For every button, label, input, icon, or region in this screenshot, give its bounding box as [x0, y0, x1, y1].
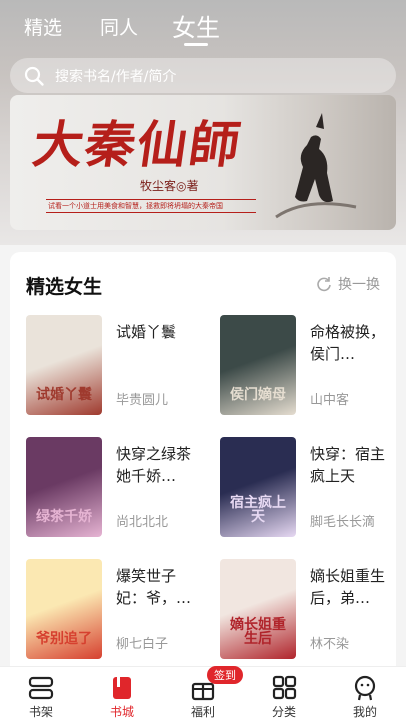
nav-bookshelf[interactable]: 书架: [0, 667, 82, 722]
book-title: 嫡长姐重生后，弟…: [310, 567, 386, 607]
checkin-badge: 签到: [207, 666, 243, 684]
cover-title: 爷别追了: [36, 631, 92, 648]
book-cover: 侯门嫡母: [220, 315, 296, 415]
book-item[interactable]: 爷别追了 爆笑世子妃：爷，… 柳七白子: [26, 559, 206, 661]
bookshelf-icon: [28, 676, 54, 700]
section-title: 精选女生: [26, 276, 103, 298]
book-cover: 爷别追了: [26, 559, 102, 659]
banner-figure-illustration: [275, 113, 357, 219]
nav-profile[interactable]: 我的: [324, 667, 406, 722]
book-cover: 嫡长姐重生后: [220, 559, 296, 659]
banner-author: 牧尘客◎著: [140, 179, 199, 193]
book-title: 快穿：宿主疯上天: [310, 445, 386, 485]
top-tabs: 精选 同人 女生: [0, 0, 406, 52]
book-cover: 宿主疯上天: [220, 437, 296, 537]
book-author: 毕贵圆儿: [116, 393, 169, 408]
book-author: 柳七白子: [116, 637, 169, 652]
nav-bookstore[interactable]: 书城: [81, 667, 163, 722]
tab-fanfic[interactable]: 同人: [100, 13, 138, 40]
refresh-icon: [317, 277, 331, 292]
nav-label: 福利: [190, 705, 215, 719]
tab-featured[interactable]: 精选: [24, 13, 62, 40]
banner-title: 大秦仙師: [29, 115, 246, 174]
refresh-label: 换一换: [338, 277, 380, 293]
featured-female-section: 精选女生 换一换 试婚丫鬟 试婚丫鬟 毕贵圆儿 侯门嫡母 命格被换，侯门… 山中…: [10, 252, 396, 672]
tab-female[interactable]: 女生: [172, 8, 220, 43]
book-title: 快穿之绿茶她千娇…: [116, 445, 192, 485]
book-author: 山中客: [310, 393, 350, 408]
book-author: 脚毛长长滴: [310, 515, 376, 530]
search-icon: [24, 66, 44, 86]
book-author: 尚北北北: [116, 515, 169, 530]
cover-title: 试婚丫鬟: [36, 387, 92, 404]
nav-category[interactable]: 分类: [243, 667, 325, 722]
bookstore-icon: [113, 677, 131, 699]
cover-title: 绿茶千娇: [36, 509, 92, 526]
book-cover: 试婚丫鬟: [26, 315, 102, 415]
nav-label: 我的: [352, 705, 377, 719]
book-cover: 绿茶千娇: [26, 437, 102, 537]
book-item[interactable]: 绿茶千娇 快穿之绿茶她千娇… 尚北北北: [26, 437, 206, 539]
refresh-button[interactable]: 换一换: [316, 274, 380, 294]
book-title: 命格被换，侯门…: [310, 323, 386, 363]
cover-title: 侯门嫡母: [230, 387, 286, 404]
book-item[interactable]: 侯门嫡母 命格被换，侯门… 山中客: [220, 315, 400, 417]
cover-title: 宿主疯上天: [230, 494, 286, 526]
book-title: 试婚丫鬟: [116, 323, 177, 341]
category-icon: [272, 675, 297, 700]
nav-label: 分类: [271, 705, 296, 719]
banner-tagline: 试看一个小道士用美食和智慧，拯救即将坍塌的大秦帝国: [46, 199, 256, 213]
nav-label: 书城: [109, 705, 134, 719]
active-tab-indicator: [184, 43, 208, 46]
book-author: 林不染: [310, 637, 350, 652]
profile-icon: [354, 675, 376, 701]
cover-title: 嫡长姐重生后: [230, 616, 286, 648]
bottom-nav: 书架 书城 签到 福利 分类 我的: [0, 666, 406, 722]
nav-welfare[interactable]: 签到 福利: [162, 666, 244, 722]
book-item[interactable]: 宿主疯上天 快穿：宿主疯上天 脚毛长长滴: [220, 437, 400, 539]
search-placeholder: 搜索书名/作者/简介: [55, 68, 177, 85]
book-title: 爆笑世子妃：爷，…: [116, 567, 192, 607]
nav-label: 书架: [28, 705, 53, 719]
book-item[interactable]: 试婚丫鬟 试婚丫鬟 毕贵圆儿: [26, 315, 206, 417]
promo-banner[interactable]: 大秦仙師 牧尘客◎著 试看一个小道士用美食和智慧，拯救即将坍塌的大秦帝国: [10, 95, 396, 230]
search-bar[interactable]: 搜索书名/作者/简介: [10, 58, 396, 93]
book-item[interactable]: 嫡长姐重生后 嫡长姐重生后，弟… 林不染: [220, 559, 400, 661]
